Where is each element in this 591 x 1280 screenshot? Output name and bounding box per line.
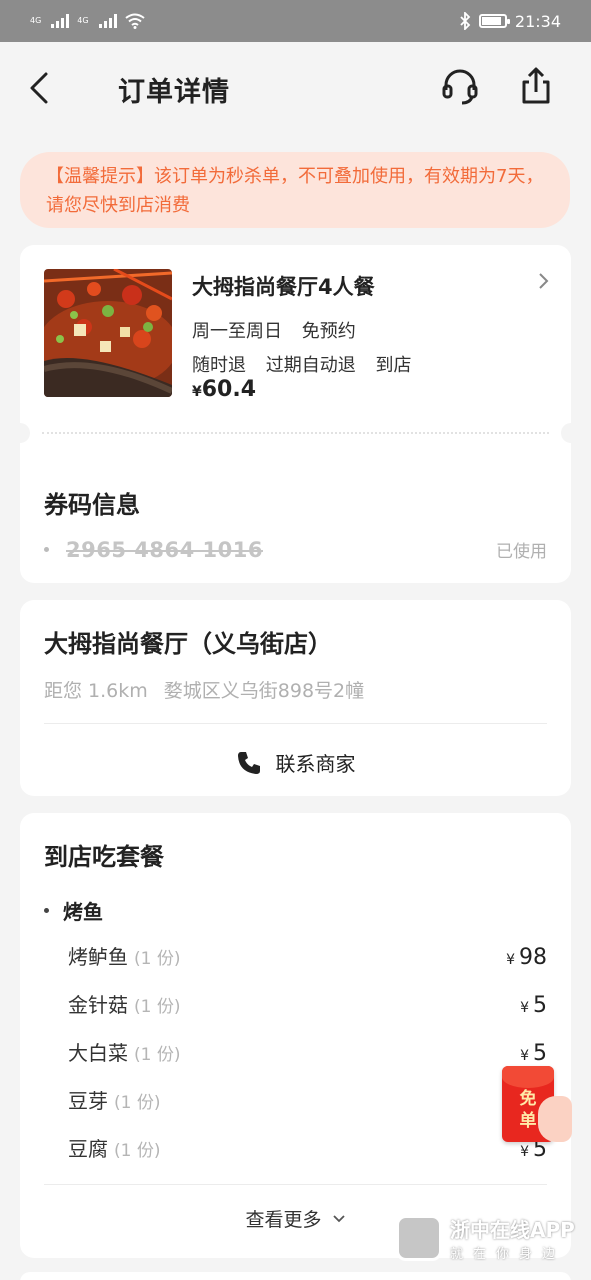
page-title: 订单详情 <box>118 77 230 108</box>
item-qty: (1 份) <box>134 997 181 1017</box>
back-icon[interactable] <box>26 70 54 106</box>
item-name: 大白菜 <box>68 1041 128 1065</box>
item-name: 烤鲈鱼 <box>68 945 128 969</box>
store-distance: 距您 1.6km <box>44 680 148 702</box>
store-card: 大拇指尚餐厅（义乌街店） 距您 1.6km 婺城区义乌街898号2幢 联系商家 <box>20 600 571 796</box>
package-item: 金针菇 (1 份) ¥5 <box>68 989 547 1018</box>
divider <box>44 723 547 724</box>
item-qty: (1 份) <box>114 1093 161 1113</box>
watermark-title: 浙中在线APP <box>450 1218 575 1242</box>
currency-symbol: ¥ <box>520 1048 529 1064</box>
availability-reservation: 免预约 <box>301 321 356 342</box>
bullet <box>44 908 49 913</box>
hand-icon <box>538 1096 572 1142</box>
price-value: 60.4 <box>201 377 257 402</box>
battery-icon <box>478 14 510 28</box>
item-name: 豆芽 <box>68 1089 108 1113</box>
store-location[interactable]: 距您 1.6km 婺城区义乌街898号2幢 <box>44 676 380 703</box>
item-price: ¥5 <box>520 1041 547 1066</box>
phone-icon <box>237 751 260 774</box>
network-label-1: 4G <box>30 16 42 25</box>
wifi-icon <box>124 13 145 29</box>
perforation-divider <box>10 423 581 443</box>
refund-tags: 随时退 过期自动退 到店 <box>192 351 425 377</box>
item-price-value: 98 <box>519 945 547 970</box>
currency-symbol: ¥ <box>192 384 202 400</box>
watermark-logo-icon <box>396 1215 442 1261</box>
package-card: 到店吃套餐 烤鱼 烤鲈鱼 (1 份) ¥98 金针菇 (1 份) ¥5 大白菜 … <box>20 813 571 1258</box>
coupon-section-title: 券码信息 <box>44 491 140 519</box>
dish-image[interactable] <box>44 269 172 397</box>
headset-icon[interactable] <box>440 66 480 106</box>
signal-icon-2 <box>98 14 117 28</box>
network-label-2: 4G <box>77 16 89 25</box>
package-item: 大白菜 (1 份) ¥5 <box>68 1037 547 1066</box>
currency-symbol: ¥ <box>520 1144 529 1160</box>
coupon-status: 已使用 <box>496 542 547 562</box>
bluetooth-icon <box>460 12 471 30</box>
product-name[interactable]: 大拇指尚餐厅4人餐 <box>192 271 375 301</box>
package-item: 豆腐 (1 份) ¥5 <box>68 1133 547 1162</box>
item-price-value: 5 <box>533 1041 547 1066</box>
currency-symbol: ¥ <box>506 952 515 968</box>
item-price: ¥98 <box>506 945 547 970</box>
availability-days: 周一至周日 <box>192 321 282 342</box>
refund-tag: 随时退 <box>192 355 246 376</box>
refund-tag: 过期自动退 <box>265 355 356 376</box>
coupon-code-row: 2965 4864 1016 已使用 <box>44 537 547 562</box>
package-title: 到店吃套餐 <box>44 843 164 871</box>
item-price: ¥5 <box>520 993 547 1018</box>
item-qty: (1 份) <box>114 1141 161 1161</box>
store-name[interactable]: 大拇指尚餐厅（义乌街店） <box>44 624 332 659</box>
next-card <box>20 1272 571 1280</box>
item-name: 豆腐 <box>68 1137 108 1161</box>
network-indicators: 4G 4G <box>30 13 145 29</box>
status-time: 21:34 <box>514 11 561 31</box>
package-category: 烤鱼 <box>44 896 103 925</box>
chevron-down-icon <box>332 1214 345 1222</box>
view-more-label: 查看更多 <box>245 1209 322 1231</box>
bullet <box>44 547 49 552</box>
coupon-code: 2965 4864 1016 <box>66 537 263 562</box>
store-address: 婺城区义乌街898号2幢 <box>163 680 365 702</box>
availability-line: 周一至周日 免预约 <box>192 317 370 343</box>
refund-tag: 到店 <box>375 355 412 376</box>
item-qty: (1 份) <box>134 1045 181 1065</box>
status-bar: 4G 4G 21:34 <box>0 0 591 42</box>
signal-icon <box>51 14 70 28</box>
watermark: 浙中在线APP 就在你身边 <box>396 1214 575 1262</box>
contact-label: 联系商家 <box>275 752 356 776</box>
category-name: 烤鱼 <box>63 900 103 924</box>
tip-banner: 【温馨提示】该订单为秒杀单，不可叠加使用，有效期为7天，请您尽快到店消费 <box>20 152 570 228</box>
item-price-value: 5 <box>533 993 547 1018</box>
share-icon[interactable] <box>516 66 556 106</box>
nav-bar: 订单详情 <box>0 42 591 134</box>
watermark-subtitle: 就在你身边 <box>450 1247 566 1262</box>
divider <box>44 1184 547 1185</box>
product-price: ¥60.4 <box>192 377 256 402</box>
product-card: 大拇指尚餐厅4人餐 周一至周日 免预约 随时退 过期自动退 到店 ¥60.4 券… <box>10 245 581 583</box>
package-item: 烤鲈鱼 (1 份) ¥98 <box>68 941 547 970</box>
contact-merchant-button[interactable]: 联系商家 <box>20 748 571 777</box>
chevron-right-icon[interactable] <box>537 271 551 291</box>
item-name: 金针菇 <box>68 993 128 1017</box>
item-qty: (1 份) <box>134 949 181 969</box>
package-item: 豆芽 (1 份) <box>68 1085 547 1114</box>
currency-symbol: ¥ <box>520 1000 529 1016</box>
